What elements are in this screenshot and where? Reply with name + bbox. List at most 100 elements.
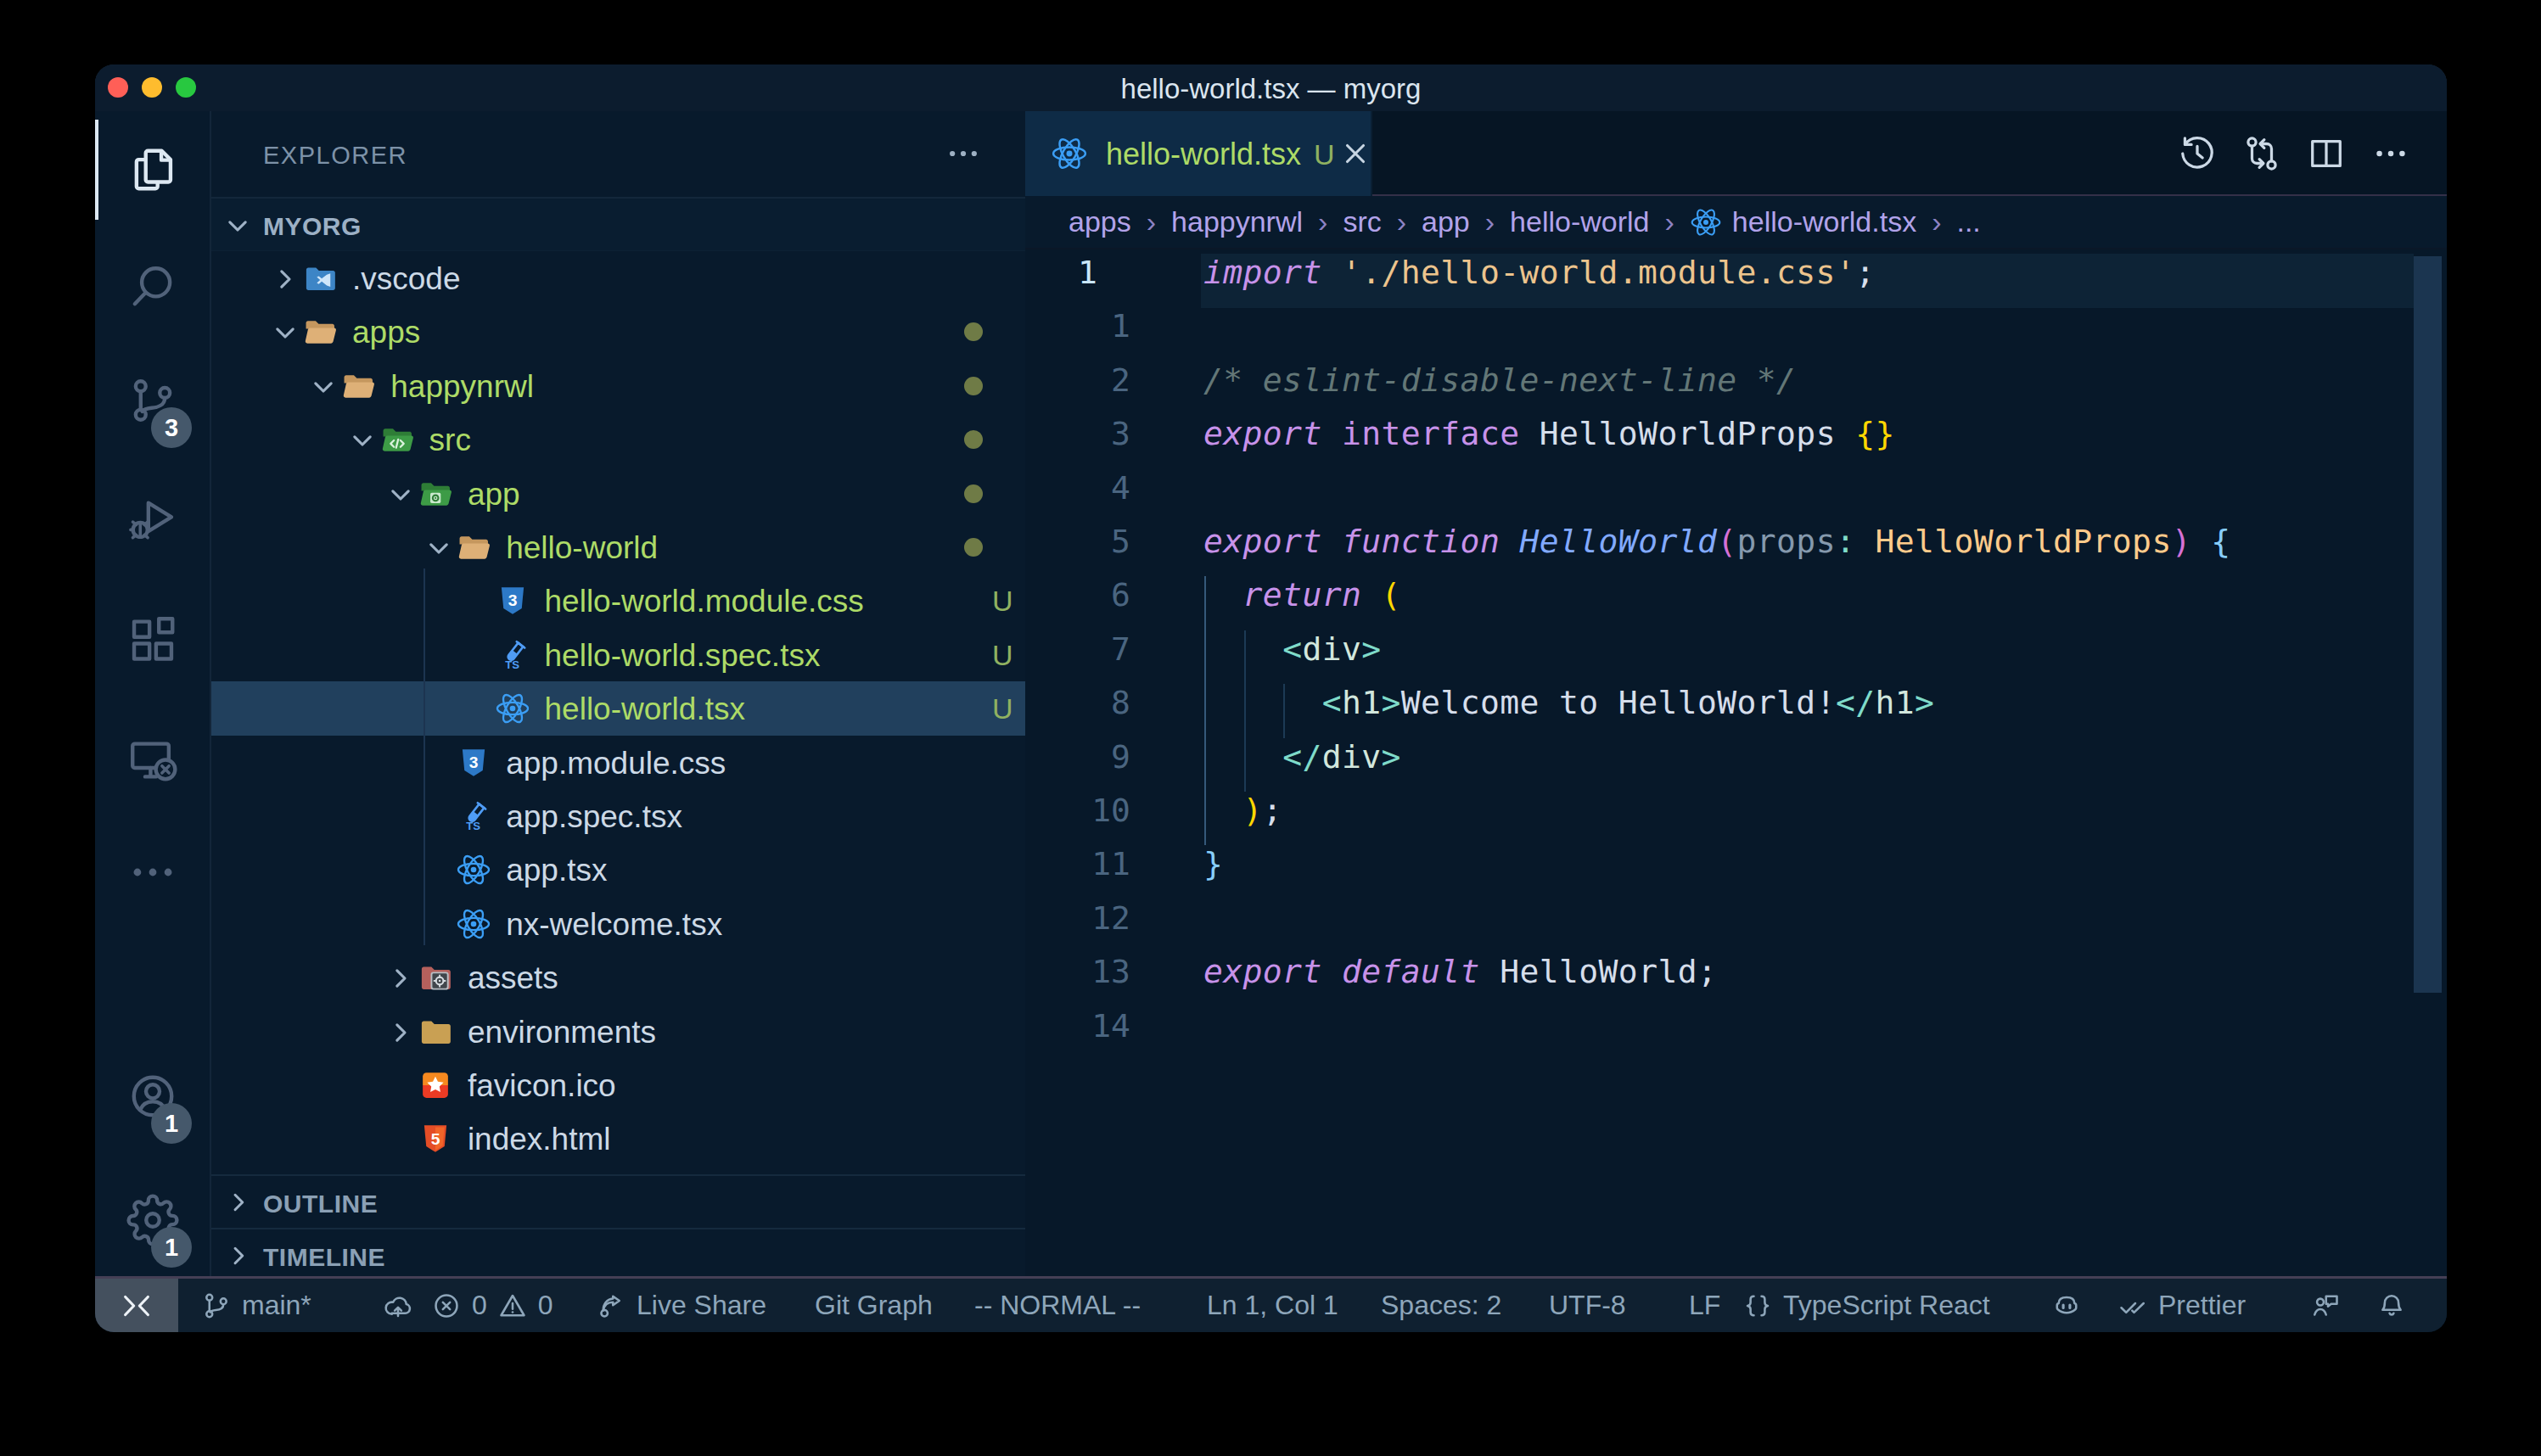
file-css-icon: 3 — [456, 745, 491, 781]
section-label: OUTLINE — [263, 1176, 378, 1229]
tree-item-label: hello-world.tsx — [545, 681, 745, 736]
section-outline[interactable]: OUTLINE — [211, 1174, 1025, 1228]
more-actions-icon[interactable] — [2359, 124, 2423, 183]
folder-open-icon — [340, 368, 376, 404]
status-label: Prettier — [2158, 1290, 2246, 1321]
status-cursor-position[interactable]: Ln 1, Col 1 — [1207, 1279, 1338, 1332]
code-line-14: export default HelloWorld; — [1203, 953, 1717, 990]
braces-icon — [1742, 1291, 1773, 1321]
breadcrumb-item[interactable]: happynrwl — [1171, 205, 1303, 238]
tab-bar: hello-world.tsx U — [1025, 111, 2447, 196]
status-encoding[interactable]: UTF-8 — [1549, 1279, 1626, 1332]
tab-hello-world-tsx[interactable]: hello-world.tsx U — [1025, 111, 1372, 196]
chevron-down-icon — [384, 478, 418, 512]
remote-indicator[interactable] — [95, 1279, 178, 1332]
status-language-mode[interactable]: TypeScript React — [1742, 1279, 1990, 1332]
status-live-share[interactable]: Live Share — [596, 1279, 766, 1332]
breadcrumb-item[interactable]: hello-world — [1510, 205, 1649, 238]
tree-item-label: hello-world.spec.tsx — [545, 628, 821, 682]
status-eol[interactable]: LF — [1689, 1279, 1720, 1332]
status-publish[interactable] — [383, 1279, 413, 1332]
status-problems[interactable]: 00 — [431, 1279, 553, 1332]
tab-close-icon[interactable] — [1339, 137, 1371, 170]
tree-item-environments[interactable]: environments — [211, 1005, 1025, 1059]
breadcrumb-item[interactable]: ... — [1956, 205, 1980, 238]
status-git-graph[interactable]: Git Graph — [815, 1279, 933, 1332]
line-number: 14 — [1025, 1007, 1130, 1044]
file-css-icon: 3 — [495, 583, 530, 619]
activity-extensions[interactable] — [95, 585, 210, 692]
tree-item-hello-world-spec-tsx[interactable]: TShello-world.spec.tsxU — [211, 628, 1025, 682]
tab-git-status: U — [1314, 111, 1335, 196]
chevron-right-icon — [384, 1016, 418, 1050]
tree-item-hello-world-module-css[interactable]: 3hello-world.module.cssU — [211, 574, 1025, 628]
open-changes-icon[interactable] — [2230, 124, 2294, 183]
workspace-section-header[interactable]: MYORG — [211, 197, 1025, 251]
breadcrumb-separator: › — [1318, 205, 1327, 238]
line-number: 5 — [1025, 523, 1130, 560]
tree-item-index-html[interactable]: 5index.html — [211, 1112, 1025, 1166]
status-vim-mode[interactable]: -- NORMAL -- — [974, 1279, 1141, 1332]
tree-item-assets[interactable]: assets — [211, 950, 1025, 1005]
tree-item-app[interactable]: app — [211, 467, 1025, 521]
workspace-name: MYORG — [263, 199, 362, 253]
timeline-history-icon[interactable] — [2165, 124, 2230, 183]
section-timeline[interactable]: TIMELINE — [211, 1228, 1025, 1281]
activity-run-debug[interactable] — [95, 466, 210, 573]
activity-remote-explorer[interactable] — [95, 707, 210, 814]
tree-item-nx-welcome-tsx[interactable]: nx-welcome.tsx — [211, 897, 1025, 951]
tree-item-label: assets — [468, 950, 558, 1005]
tree-item-app-module-css[interactable]: 3 app.module.css — [211, 736, 1025, 790]
svg-text:3: 3 — [508, 592, 517, 610]
chevron-right-icon — [384, 961, 418, 995]
code-line-8: <div> — [1203, 630, 1382, 668]
breadcrumb-item[interactable]: apps — [1069, 205, 1131, 238]
line-number: 3 — [1025, 415, 1130, 452]
tree-item--vscode[interactable]: .vscode — [211, 251, 1025, 305]
tree-item-apps[interactable]: apps — [211, 305, 1025, 359]
tree-item-label: .vscode — [352, 251, 461, 305]
activity-settings[interactable] — [95, 1167, 210, 1274]
code-editor[interactable]: 1import './hello-world.module.css';12/* … — [1025, 251, 2447, 1276]
tree-item-hello-world-tsx[interactable]: hello-world.tsxU — [211, 681, 1025, 736]
folder-assets-icon — [418, 960, 453, 995]
tree-item-label: app.module.css — [506, 736, 726, 790]
folder-app-icon — [418, 476, 453, 512]
breadcrumb-item[interactable]: src — [1343, 205, 1381, 238]
status-notifications[interactable] — [2376, 1279, 2407, 1332]
breadcrumb-item[interactable]: hello-world.tsx — [1690, 205, 1916, 238]
scrollbar-slider[interactable] — [2414, 256, 2442, 993]
editor-actions — [2165, 111, 2423, 196]
activity-source-control[interactable] — [95, 347, 210, 454]
svg-text:3: 3 — [469, 753, 479, 771]
status-label: TypeScript React — [1783, 1290, 1990, 1321]
breadcrumb-separator: › — [1932, 205, 1941, 238]
tree-item-hello-world[interactable]: hello-world — [211, 520, 1025, 574]
status-prettier[interactable]: Prettier — [2118, 1279, 2246, 1332]
line-number: 7 — [1025, 630, 1130, 668]
tree-item-app-tsx[interactable]: app.tsx — [211, 843, 1025, 897]
activity-search[interactable] — [95, 233, 210, 340]
file-react-icon — [495, 691, 530, 726]
status-feedback[interactable] — [2310, 1279, 2341, 1332]
status-branch[interactable]: main* — [201, 1279, 311, 1332]
status-indentation[interactable]: Spaces: 2 — [1381, 1279, 1501, 1332]
tree-item-label: nx-welcome.tsx — [506, 897, 722, 951]
activity-explorer[interactable] — [95, 116, 210, 223]
explorer-more-actions-icon[interactable] — [945, 133, 992, 174]
split-editor-icon[interactable] — [2294, 124, 2359, 183]
status-label: 0 — [538, 1290, 553, 1321]
tree-item-happynrwl[interactable]: happynrwl — [211, 359, 1025, 413]
activity-accounts[interactable] — [95, 1043, 210, 1150]
activity-more-views[interactable] — [95, 819, 210, 926]
code-line-1: import './hello-world.module.css'; — [1203, 254, 1875, 291]
status-copilot[interactable] — [2051, 1279, 2082, 1332]
vscode-window: hello-world.tsx — myorg 3 11 EXPLORER MY… — [95, 64, 2447, 1332]
tree-item-favicon-ico[interactable]: favicon.ico — [211, 1058, 1025, 1112]
tree-item-src[interactable]: src — [211, 412, 1025, 467]
tree-item-app-spec-tsx[interactable]: TSapp.spec.tsx — [211, 789, 1025, 843]
breadcrumb-item[interactable]: app — [1422, 205, 1470, 238]
title-bar[interactable]: hello-world.tsx — myorg — [95, 64, 2447, 111]
status-label: 0 — [472, 1290, 487, 1321]
git-modified-dot — [964, 377, 983, 395]
